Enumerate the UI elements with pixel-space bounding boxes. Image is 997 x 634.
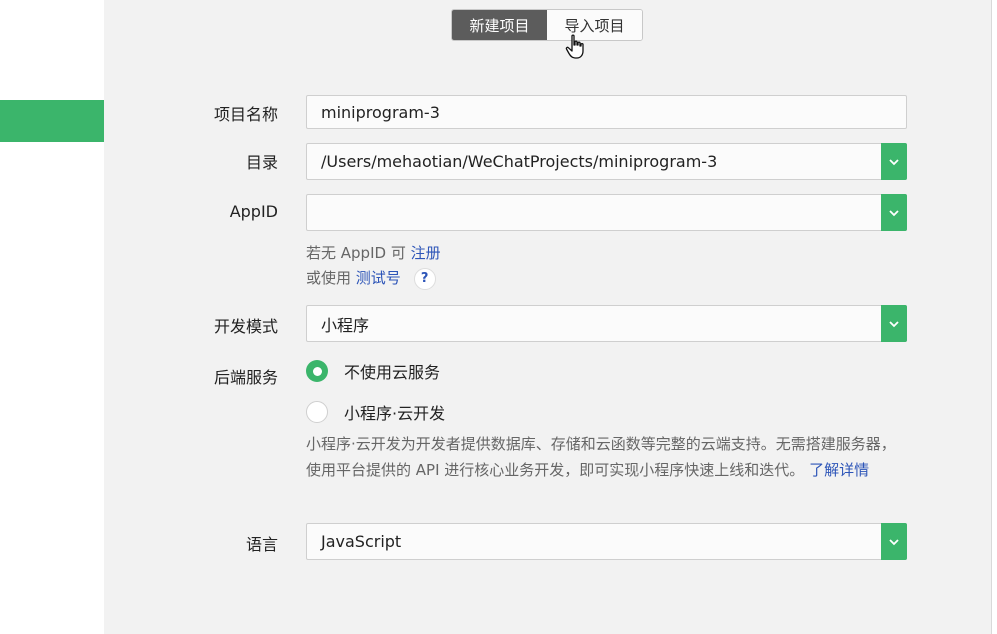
appid-dropdown-button[interactable] [881,194,907,231]
appid-label: AppID [229,202,278,221]
directory-label: 目录 [245,153,278,172]
appid-hint-text: 若无 AppID 可 [306,244,406,262]
or-use-text: 或使用 [306,269,352,287]
sidebar-active-item[interactable] [0,100,104,142]
dev-mode-label: 开发模式 [213,317,278,336]
radio-checked-icon[interactable] [306,360,328,382]
backend-label: 后端服务 [213,368,278,387]
cloud-dev-description: 小程序·云开发为开发者提供数据库、存储和云函数等完整的云端支持。无需搭建服务器，… [306,431,906,483]
language-select[interactable]: JavaScript [306,523,907,560]
radio-unchecked-icon[interactable] [306,401,328,423]
dev-mode-dropdown-button[interactable] [881,305,907,342]
tab-import-project[interactable]: 导入项目 [547,10,642,40]
directory-select[interactable]: /Users/mehaotian/WeChatProjects/miniprog… [306,143,907,180]
chevron-down-icon [889,158,899,165]
radio-cloud-dev[interactable]: 小程序·云开发 [306,400,445,424]
sidebar [0,0,104,634]
test-account-link[interactable]: 测试号 [356,269,401,287]
chevron-down-icon [889,538,899,545]
tab-new-project[interactable]: 新建项目 [452,10,547,40]
chevron-down-icon [889,320,899,327]
project-name-value: miniprogram-3 [321,102,440,122]
appid-hint-register: 若无 AppID 可 注册 [306,242,441,263]
radio-no-cloud[interactable]: 不使用云服务 [306,359,440,383]
directory-dropdown-button[interactable] [881,143,907,180]
cloud-dev-description-text: 小程序·云开发为开发者提供数据库、存储和云函数等完整的云端支持。无需搭建服务器，… [306,435,896,479]
appid-select[interactable] [306,194,907,231]
hand-pointer-icon [565,34,584,59]
project-mode-segmented-control: 新建项目 导入项目 [451,9,643,41]
language-value: JavaScript [321,532,402,551]
learn-more-link[interactable]: 了解详情 [809,461,869,479]
chevron-down-icon [889,209,899,216]
help-icon[interactable]: ? [413,267,436,290]
dev-mode-select[interactable]: 小程序 [306,305,907,342]
right-edge [992,0,997,634]
directory-value: /Users/mehaotian/WeChatProjects/miniprog… [321,152,718,171]
register-link[interactable]: 注册 [411,244,441,262]
language-label: 语言 [245,535,278,554]
project-name-input[interactable]: miniprogram-3 [306,95,907,129]
language-dropdown-button[interactable] [881,523,907,560]
radio-cloud-dev-label: 小程序·云开发 [344,404,446,423]
project-name-label: 项目名称 [213,105,278,124]
radio-no-cloud-label: 不使用云服务 [344,363,441,382]
appid-hint-test: 或使用 测试号 ? [306,267,436,290]
dev-mode-value: 小程序 [321,315,370,335]
